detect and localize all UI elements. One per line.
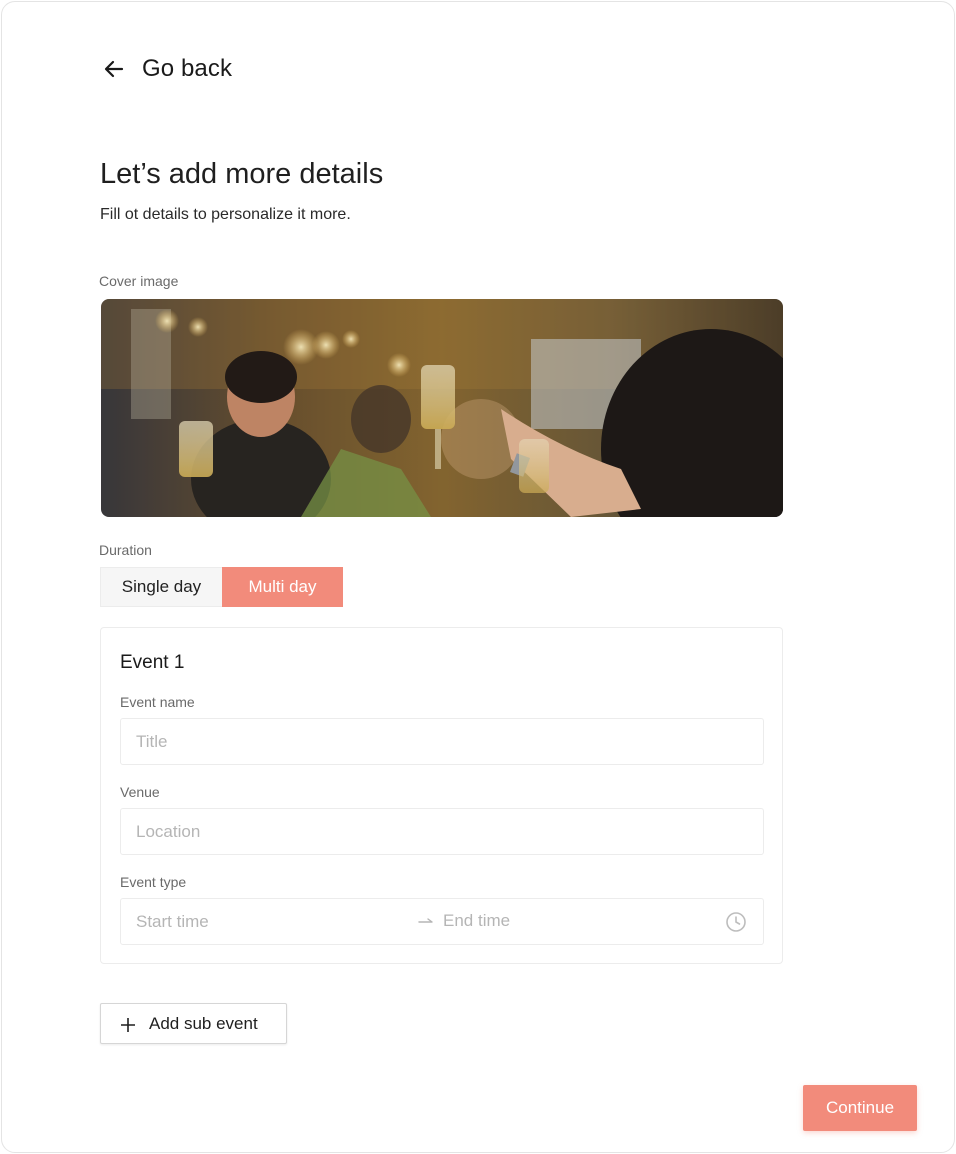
event-title: Event 1 — [120, 652, 185, 673]
go-back-button[interactable]: Go back — [100, 52, 232, 86]
add-sub-event-label: Add sub event — [149, 1013, 258, 1033]
duration-label: Duration — [99, 542, 152, 558]
venue-input[interactable]: Location — [120, 808, 764, 855]
venue-placeholder: Location — [136, 821, 201, 841]
page-frame: Go back Let’s add more details Fill ot d… — [1, 1, 955, 1153]
end-time-field[interactable]: End time — [443, 911, 510, 931]
event-type-label: Event type — [120, 874, 187, 890]
cover-image[interactable] — [101, 299, 783, 517]
event-name-input[interactable]: Title — [120, 718, 764, 765]
event-name-label: Event name — [120, 694, 195, 710]
continue-button[interactable]: Continue — [803, 1085, 917, 1131]
add-sub-event-button[interactable]: Add sub event — [100, 1003, 287, 1044]
page-title: Let’s add more details — [100, 158, 384, 190]
time-range-picker[interactable]: Start time End time — [120, 898, 764, 945]
event-name-placeholder: Title — [136, 731, 168, 751]
cover-photo — [101, 299, 783, 517]
clock-icon[interactable] — [725, 911, 747, 933]
arrow-right-icon — [417, 912, 435, 930]
single-day-option[interactable]: Single day — [100, 567, 222, 607]
plus-icon — [121, 1017, 135, 1032]
cover-image-label: Cover image — [99, 273, 179, 289]
multi-day-option[interactable]: Multi day — [222, 567, 343, 607]
event-card: Event 1 Event name Title Venue Location … — [100, 627, 783, 964]
go-back-label: Go back — [142, 55, 233, 82]
start-time-field[interactable]: Start time — [136, 912, 416, 932]
venue-label: Venue — [120, 784, 160, 800]
page-subtitle: Fill ot details to personalize it more. — [100, 206, 351, 223]
duration-toggle: Single day Multi day — [100, 567, 343, 607]
arrow-left-icon — [100, 55, 128, 83]
